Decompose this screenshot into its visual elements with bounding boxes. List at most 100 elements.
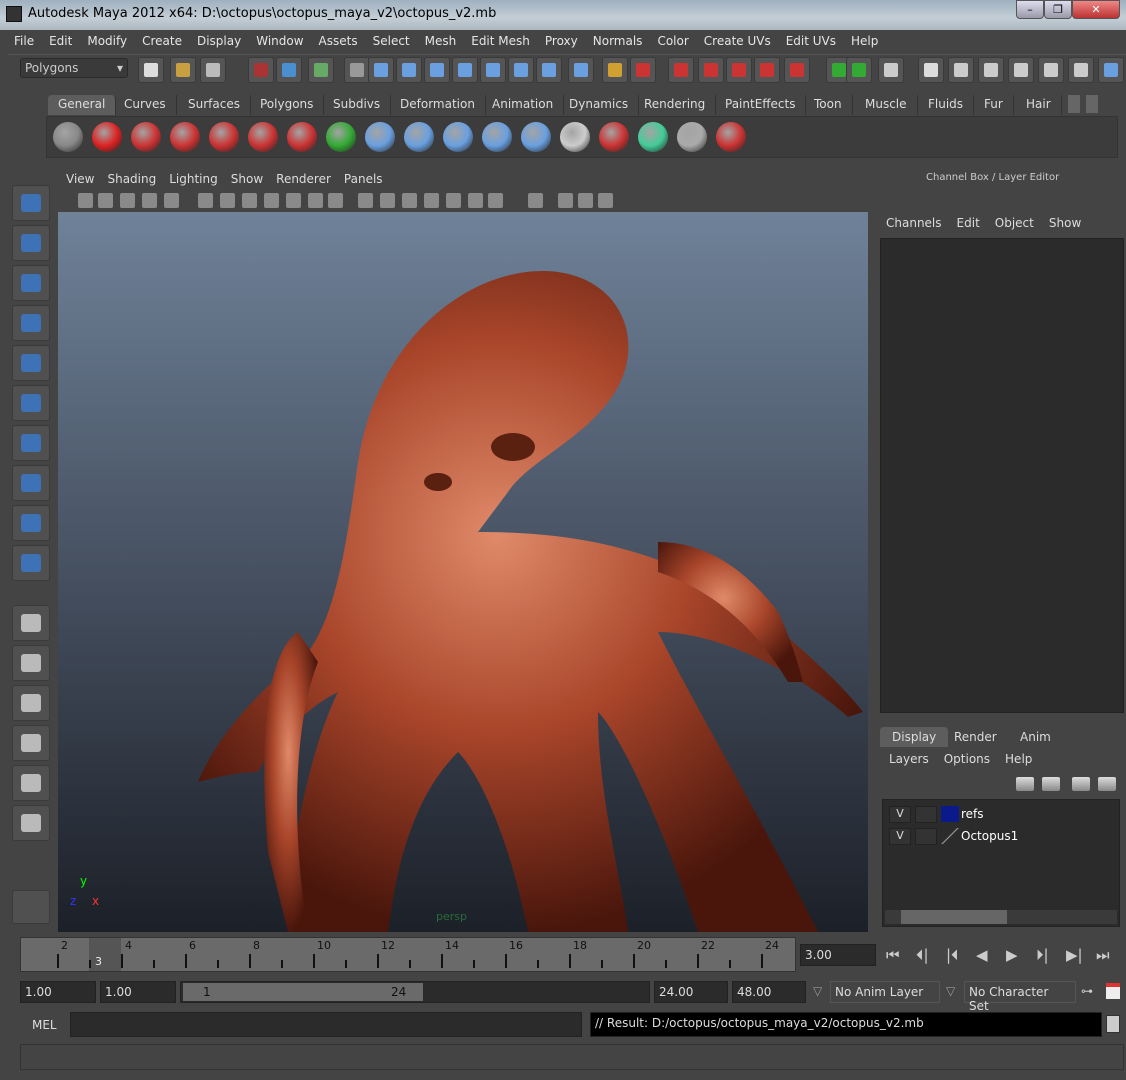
toolbar-button-icon[interactable] bbox=[918, 57, 944, 83]
toolbar-button-icon[interactable] bbox=[1068, 57, 1094, 83]
panel-tool-icon[interactable] bbox=[578, 193, 593, 208]
time-slider[interactable]: 3 2 4 6 8 10 12 14 16 18 20 22 24 bbox=[20, 937, 796, 972]
toolbar-button-icon[interactable] bbox=[698, 57, 724, 83]
panel-menu-lighting[interactable]: Lighting bbox=[169, 172, 218, 186]
panel-tool-icon[interactable] bbox=[120, 193, 135, 208]
panel-tool-icon[interactable] bbox=[380, 193, 395, 208]
shelf-tab-subdivs[interactable]: Subdivs bbox=[323, 95, 392, 115]
toolbar-button-icon[interactable] bbox=[452, 57, 478, 83]
toolbar-button-icon[interactable] bbox=[368, 57, 394, 83]
shelf-tool-icon[interactable] bbox=[443, 122, 473, 152]
graph-layout-icon[interactable] bbox=[12, 725, 50, 761]
shelf-tab-polygons[interactable]: Polygons bbox=[250, 95, 325, 115]
current-frame-marker[interactable]: 3 bbox=[89, 938, 121, 971]
shelf-tool-icon[interactable] bbox=[131, 122, 161, 152]
shelf-tool-icon[interactable] bbox=[677, 122, 707, 152]
shelf-tool-icon[interactable] bbox=[92, 122, 122, 152]
toolbar-button-icon[interactable] bbox=[754, 57, 780, 83]
shelf-tool-icon[interactable] bbox=[248, 122, 278, 152]
chevron-down-icon[interactable]: ▽ bbox=[813, 984, 822, 998]
current-time-field[interactable]: 3.00 bbox=[800, 944, 876, 966]
panel-tool-icon[interactable] bbox=[308, 193, 323, 208]
shelf-tool-icon[interactable] bbox=[638, 122, 668, 152]
move-layer-up-icon[interactable] bbox=[1016, 777, 1034, 791]
toolbox-expand-icon[interactable] bbox=[12, 890, 50, 924]
anim-end-field[interactable]: 48.00 bbox=[732, 981, 806, 1003]
select-tool-icon[interactable] bbox=[12, 185, 50, 221]
new-layer-selected-icon[interactable] bbox=[1098, 777, 1116, 791]
toolbar-button-icon[interactable] bbox=[200, 57, 226, 83]
layer-menu-layers[interactable]: Layers bbox=[889, 752, 929, 766]
move-layer-down-icon[interactable] bbox=[1042, 777, 1060, 791]
soft-mod-icon[interactable] bbox=[12, 465, 50, 501]
step-back-key-icon[interactable]: ⏴| bbox=[916, 946, 929, 964]
shelf-tool-icon[interactable] bbox=[209, 122, 239, 152]
panel-tool-icon[interactable] bbox=[78, 193, 93, 208]
shelf-tab-hair[interactable]: Hair bbox=[1016, 95, 1062, 115]
hypershade-layout-icon[interactable] bbox=[12, 765, 50, 801]
rotate-tool-icon[interactable] bbox=[12, 345, 50, 381]
panel-tool-icon[interactable] bbox=[402, 193, 417, 208]
toolbar-button-icon[interactable] bbox=[138, 57, 164, 83]
toolbar-button-icon[interactable] bbox=[978, 57, 1004, 83]
menu-select[interactable]: Select bbox=[373, 34, 410, 54]
minimize-button[interactable]: – bbox=[1016, 0, 1044, 19]
channel-box-menu-object[interactable]: Object bbox=[995, 216, 1034, 230]
shelf-tool-icon[interactable] bbox=[365, 122, 395, 152]
panel-menu-renderer[interactable]: Renderer bbox=[276, 172, 331, 186]
panel-tool-icon[interactable] bbox=[328, 193, 343, 208]
panel-tool-icon[interactable] bbox=[264, 193, 279, 208]
shelf-tab-rendering[interactable]: Rendering bbox=[634, 95, 717, 115]
toolbar-button-icon[interactable] bbox=[568, 57, 594, 83]
layer-tab-render[interactable]: Render bbox=[942, 727, 1009, 747]
panel-tool-icon[interactable] bbox=[558, 193, 573, 208]
toolbar-button-icon[interactable] bbox=[726, 57, 752, 83]
toolbar-button-icon[interactable] bbox=[508, 57, 534, 83]
layer-display-type[interactable] bbox=[915, 828, 937, 845]
shelf-tool-icon[interactable] bbox=[599, 122, 629, 152]
toolbar-button-icon[interactable] bbox=[396, 57, 422, 83]
maximize-button[interactable]: ❐ bbox=[1044, 0, 1072, 19]
shelf-tool-icon[interactable] bbox=[521, 122, 551, 152]
panel-menu-shading[interactable]: Shading bbox=[107, 172, 156, 186]
panel-tool-icon[interactable] bbox=[220, 193, 235, 208]
step-forward-frame-icon[interactable]: ⏵| bbox=[1036, 946, 1049, 964]
range-slider-handle[interactable]: 1 24 bbox=[183, 983, 423, 1001]
channel-box-menu-channels[interactable]: Channels bbox=[886, 216, 942, 230]
layer-menu-options[interactable]: Options bbox=[944, 752, 990, 766]
panel-tool-icon[interactable] bbox=[528, 193, 543, 208]
menu-file[interactable]: File bbox=[14, 34, 34, 54]
paint-select-icon[interactable] bbox=[12, 265, 50, 301]
shelf-tool-icon[interactable] bbox=[170, 122, 200, 152]
shelf-scroll-left-icon[interactable] bbox=[1068, 95, 1080, 113]
command-language-label[interactable]: MEL bbox=[32, 1018, 57, 1032]
menuset-dropdown[interactable]: Polygons ▾ bbox=[20, 58, 128, 78]
panel-tool-icon[interactable] bbox=[488, 193, 503, 208]
last-tool-icon[interactable] bbox=[12, 545, 50, 581]
step-back-frame-icon[interactable]: |⏴ bbox=[946, 946, 959, 964]
go-to-end-icon[interactable]: ⏭ bbox=[1096, 946, 1110, 964]
shelf-tab-toon[interactable]: Toon bbox=[804, 95, 853, 115]
shelf-tool-icon[interactable] bbox=[404, 122, 434, 152]
toolbar-button-icon[interactable] bbox=[878, 57, 904, 83]
auto-key-icon[interactable]: ⊶ bbox=[1081, 984, 1093, 998]
layer-menu-help[interactable]: Help bbox=[1005, 752, 1032, 766]
toolbar-button-icon[interactable] bbox=[248, 57, 274, 83]
custom-layout-icon[interactable] bbox=[12, 805, 50, 841]
anim-layer-dropdown[interactable]: No Anim Layer bbox=[830, 981, 940, 1003]
scale-tool-icon[interactable] bbox=[12, 385, 50, 421]
shelf-tab-fluids[interactable]: Fluids bbox=[918, 95, 975, 115]
chevron-down-icon[interactable]: ▽ bbox=[946, 984, 955, 998]
panel-tool-icon[interactable] bbox=[286, 193, 301, 208]
move-tool-icon[interactable] bbox=[12, 305, 50, 341]
toolbar-button-icon[interactable] bbox=[630, 57, 656, 83]
play-forward-icon[interactable]: ▶ bbox=[1006, 946, 1018, 964]
character-set-dropdown[interactable]: No Character Set bbox=[964, 981, 1076, 1013]
toolbar-button-icon[interactable] bbox=[784, 57, 810, 83]
layer-tab-display[interactable]: Display bbox=[880, 727, 949, 747]
menu-help[interactable]: Help bbox=[851, 34, 878, 54]
channel-box-menu-edit[interactable]: Edit bbox=[957, 216, 980, 230]
script-editor-icon[interactable] bbox=[1106, 1015, 1120, 1033]
shelf-tab-animation[interactable]: Animation bbox=[482, 95, 565, 115]
toolbar-button-icon[interactable] bbox=[1038, 57, 1064, 83]
